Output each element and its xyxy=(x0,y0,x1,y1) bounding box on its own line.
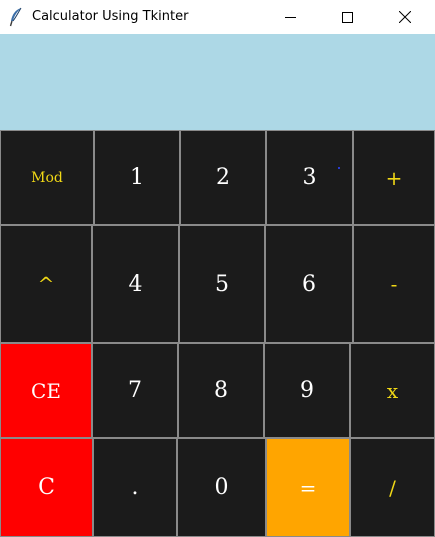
digit-0-button[interactable]: 0 xyxy=(177,438,266,537)
window-title: Calculator Using Tkinter xyxy=(32,9,189,24)
minimize-icon xyxy=(284,16,296,18)
calculator-display xyxy=(0,34,435,130)
digit-5-button[interactable]: 5 xyxy=(179,225,265,343)
digit-8-button[interactable]: 8 xyxy=(178,343,264,438)
digit-3-label: 3 xyxy=(302,165,317,190)
close-button[interactable] xyxy=(376,0,434,34)
divide-button[interactable]: / xyxy=(350,438,435,537)
maximize-button[interactable] xyxy=(318,0,376,34)
decimal-button[interactable]: . xyxy=(93,438,177,537)
feather-icon xyxy=(9,7,23,27)
digit-3-button[interactable]: 3 xyxy=(266,130,353,225)
digit-1-button[interactable]: 1 xyxy=(94,130,180,225)
digit-9-button[interactable]: 9 xyxy=(264,343,350,438)
plus-button[interactable]: + xyxy=(353,130,435,225)
digit-6-button[interactable]: 6 xyxy=(265,225,353,343)
digit-7-button[interactable]: 7 xyxy=(92,343,178,438)
maximize-icon xyxy=(341,11,353,23)
digit-2-button[interactable]: 2 xyxy=(180,130,266,225)
clear-button[interactable]: C xyxy=(0,438,93,537)
minus-button[interactable]: - xyxy=(353,225,435,343)
close-icon xyxy=(399,11,411,23)
power-button[interactable]: ^ xyxy=(0,225,92,343)
speck-mark xyxy=(338,167,340,169)
minimize-button[interactable] xyxy=(261,0,319,34)
mod-button[interactable]: Mod xyxy=(0,130,94,225)
keypad: Mod 1 2 3 + ^ 4 5 6 - CE 7 8 9 x C . 0 =… xyxy=(0,130,435,537)
clear-entry-button[interactable]: CE xyxy=(0,343,92,438)
equals-button[interactable]: = xyxy=(266,438,350,537)
title-bar: Calculator Using Tkinter xyxy=(0,0,435,34)
digit-4-button[interactable]: 4 xyxy=(92,225,179,343)
multiply-button[interactable]: x xyxy=(350,343,435,438)
